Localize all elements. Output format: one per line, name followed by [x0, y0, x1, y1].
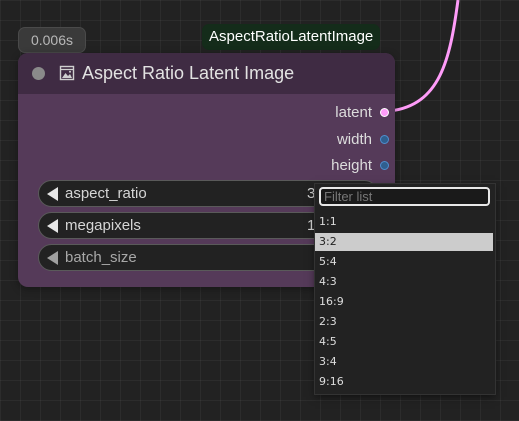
aspect-ratio-dropdown-menu[interactable]: 1:1 3:2 5:4 4:3 16:9 2:3 4:5 3:4 9:16	[315, 184, 495, 394]
dropdown-option[interactable]: 4:5	[315, 333, 493, 351]
decrement-arrow-icon[interactable]	[47, 187, 58, 201]
dropdown-option[interactable]: 1:1	[315, 213, 493, 231]
node-title: Aspect Ratio Latent Image	[82, 63, 295, 83]
output-label-width: width	[336, 130, 372, 148]
output-width[interactable]: width	[337, 129, 395, 149]
dropdown-option[interactable]: 9:16	[315, 373, 493, 391]
batch-size-label: batch_size	[65, 249, 137, 266]
filter-list-input[interactable]	[319, 187, 490, 206]
dropdown-option[interactable]: 3:4	[315, 353, 493, 371]
output-latent[interactable]: latent	[335, 102, 395, 122]
dropdown-option[interactable]: 4:3	[315, 273, 493, 291]
megapixels-label: megapixels	[65, 217, 141, 234]
output-label-height: height	[331, 156, 372, 174]
output-height[interactable]: height	[331, 155, 395, 175]
node-header[interactable]: Aspect Ratio Latent Image	[18, 53, 395, 94]
decrement-arrow-icon[interactable]	[47, 251, 58, 265]
image-icon	[59, 65, 75, 81]
output-label-latent: latent	[335, 103, 372, 121]
aspect-ratio-label: aspect_ratio	[65, 185, 147, 202]
dropdown-option-selected[interactable]: 3:2	[315, 233, 493, 251]
execution-time-badge: 0.006s	[18, 27, 86, 53]
width-output-socket-icon[interactable]	[380, 134, 389, 144]
node-collapse-dot[interactable]	[32, 67, 45, 80]
decrement-arrow-icon[interactable]	[47, 219, 58, 233]
node-type-badge: AspectRatioLatentImage	[202, 24, 381, 50]
height-output-socket-icon[interactable]	[380, 160, 389, 170]
latent-output-socket-icon[interactable]	[380, 107, 389, 117]
dropdown-option[interactable]: 16:9	[315, 293, 493, 311]
dropdown-option[interactable]: 2:3	[315, 313, 493, 331]
dropdown-option[interactable]: 5:4	[315, 253, 493, 271]
